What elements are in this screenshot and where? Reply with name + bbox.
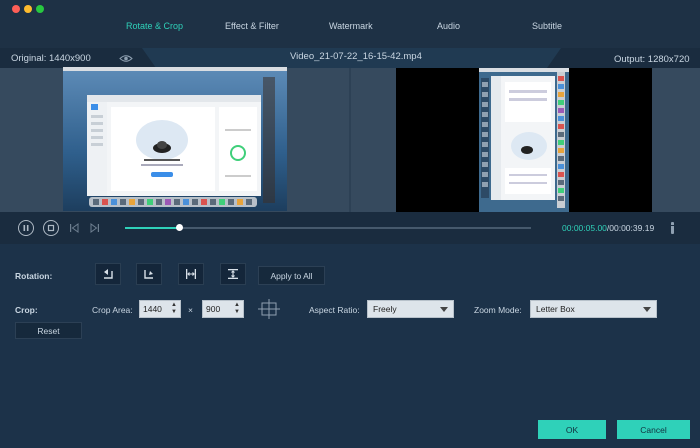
rotation-label: Rotation:	[15, 271, 53, 281]
time-display: 00:00:05.00/00:00:39.19	[562, 223, 654, 233]
current-time: 00:00:05.00	[562, 223, 607, 233]
rotate-right-icon	[144, 270, 153, 279]
pause-button[interactable]	[18, 220, 34, 236]
timeline-track[interactable]	[125, 227, 531, 229]
flip-horizontal-icon	[186, 269, 196, 279]
crop-label: Crop:	[15, 305, 38, 315]
flip-vertical-icon	[228, 269, 238, 279]
timeline-playhead[interactable]	[176, 224, 183, 231]
stop-button[interactable]	[43, 220, 59, 236]
rotate-left-button[interactable]	[95, 263, 121, 285]
preview-divider	[349, 68, 351, 212]
output-video-frame	[479, 68, 569, 212]
chevron-down-icon	[643, 307, 651, 312]
output-thumbnail	[479, 68, 569, 212]
crop-height-value: 900	[206, 304, 221, 314]
rotate-right-button[interactable]	[136, 263, 162, 285]
stepper-arrows-icon[interactable]: ▲ ▼	[170, 302, 178, 316]
reset-button[interactable]: Reset	[15, 322, 82, 339]
volume-icon[interactable]	[667, 221, 678, 235]
chevron-down-icon	[440, 307, 448, 312]
aspect-ratio-select[interactable]: Freely	[367, 300, 454, 318]
stepper-arrows-icon[interactable]: ▲ ▼	[233, 302, 241, 316]
tab-watermark[interactable]: Watermark	[329, 21, 373, 31]
skip-back-icon	[70, 223, 79, 233]
output-resolution: Output: 1280x720	[614, 54, 690, 65]
previous-frame-button[interactable]	[68, 222, 80, 234]
center-crop-icon[interactable]	[258, 299, 280, 319]
original-video-preview[interactable]	[63, 67, 287, 211]
flip-vertical-button[interactable]	[220, 263, 246, 285]
tab-audio[interactable]: Audio	[437, 21, 460, 31]
zoom-mode-select[interactable]: Letter Box	[530, 300, 657, 318]
total-time: /00:00:39.19	[606, 223, 655, 233]
next-frame-button[interactable]	[89, 222, 101, 234]
zoom-window-button[interactable]	[36, 5, 44, 13]
flip-horizontal-button[interactable]	[178, 263, 204, 285]
stop-icon	[47, 224, 55, 232]
pause-icon	[23, 225, 29, 231]
times-sign: ×	[188, 305, 193, 315]
rotate-left-icon	[104, 269, 113, 279]
video-filename: Video_21-07-22_16-15-42.mp4	[290, 51, 422, 62]
tab-effect-filter[interactable]: Effect & Filter	[225, 21, 279, 31]
original-resolution: Original: 1440x900	[11, 53, 91, 64]
zoom-mode-label: Zoom Mode:	[474, 305, 522, 315]
cancel-button[interactable]: Cancel	[617, 420, 690, 439]
apply-to-all-button[interactable]: Apply to All	[258, 266, 325, 285]
timeline-progress	[125, 227, 179, 229]
ok-button[interactable]: OK	[538, 420, 606, 439]
aspect-ratio-label: Aspect Ratio:	[309, 305, 360, 315]
close-window-button[interactable]	[12, 5, 20, 13]
tab-subtitle[interactable]: Subtitle	[532, 21, 562, 31]
crop-width-value: 1440	[143, 304, 162, 314]
tab-rotate-crop[interactable]: Rotate & Crop	[126, 21, 183, 31]
eye-icon[interactable]	[119, 54, 133, 63]
zoom-mode-value: Letter Box	[536, 304, 575, 314]
skip-forward-icon	[90, 223, 99, 233]
minimize-window-button[interactable]	[24, 5, 32, 13]
desktop-screenshot-thumbnail	[63, 67, 287, 211]
crop-height-stepper[interactable]: 900 ▲ ▼	[202, 300, 244, 318]
crop-area-label: Crop Area:	[92, 305, 133, 315]
crop-width-stepper[interactable]: 1440 ▲ ▼	[139, 300, 181, 318]
aspect-ratio-value: Freely	[373, 304, 397, 314]
